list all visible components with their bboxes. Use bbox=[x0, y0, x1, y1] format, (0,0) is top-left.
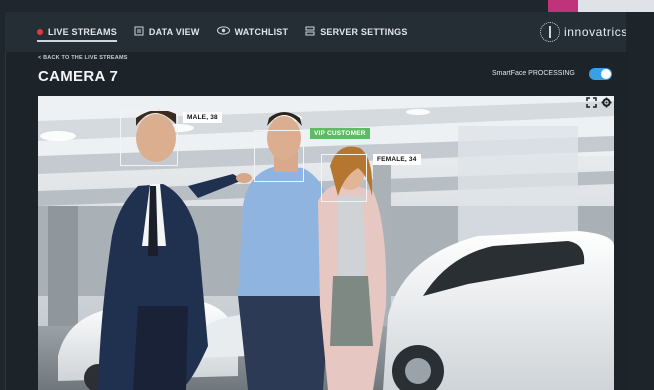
gear-icon[interactable] bbox=[601, 97, 612, 108]
face-tag-female: FEMALE, 34 bbox=[373, 154, 421, 165]
toggle-knob bbox=[601, 69, 611, 79]
right-edge-panel bbox=[626, 12, 654, 390]
face-tag-vip-customer: VIP CUSTOMER bbox=[310, 128, 370, 139]
nav-watchlist-label: WATCHLIST bbox=[234, 27, 289, 37]
logo-mark-icon bbox=[540, 22, 560, 42]
nav-live-streams[interactable]: LIVE STREAMS bbox=[37, 12, 117, 52]
server-settings-icon bbox=[305, 26, 315, 39]
nav-live-streams-label: LIVE STREAMS bbox=[48, 27, 117, 37]
nav-server-settings[interactable]: SERVER SETTINGS bbox=[305, 12, 407, 52]
nav-watchlist[interactable]: WATCHLIST bbox=[216, 12, 289, 52]
brand-logo: innovatrics bbox=[540, 12, 628, 52]
back-to-live-streams-link[interactable]: < BACK TO THE LIVE STREAMS bbox=[38, 55, 128, 61]
data-view-icon bbox=[134, 26, 144, 39]
face-tag-male: MALE, 38 bbox=[183, 112, 222, 123]
live-dot-icon bbox=[37, 29, 43, 35]
nav-data-view[interactable]: DATA VIEW bbox=[134, 12, 200, 52]
fullscreen-icon[interactable] bbox=[586, 97, 597, 108]
video-controls bbox=[586, 97, 612, 108]
watchlist-eye-icon bbox=[216, 26, 230, 38]
top-navbar: LIVE STREAMS DATA VIEW WATCHLIST SERVER … bbox=[5, 12, 626, 52]
page-title: CAMERA 7 bbox=[38, 68, 119, 85]
face-detection-box[interactable] bbox=[321, 154, 367, 202]
smartface-processing-toggle[interactable] bbox=[589, 68, 612, 80]
face-detection-box[interactable] bbox=[254, 130, 304, 182]
corner-accent bbox=[548, 0, 578, 12]
face-detection-box[interactable] bbox=[120, 110, 178, 166]
camera-video-feed: MALE, 38 VIP CUSTOMER FEMALE, 34 bbox=[38, 96, 614, 390]
smartface-processing-label: SmartFace PROCESSING bbox=[492, 70, 575, 77]
nav-server-settings-label: SERVER SETTINGS bbox=[320, 27, 408, 37]
logo-text: innovatrics bbox=[564, 25, 628, 39]
corner-light-block bbox=[578, 0, 654, 12]
nav-data-view-label: DATA VIEW bbox=[148, 27, 200, 37]
